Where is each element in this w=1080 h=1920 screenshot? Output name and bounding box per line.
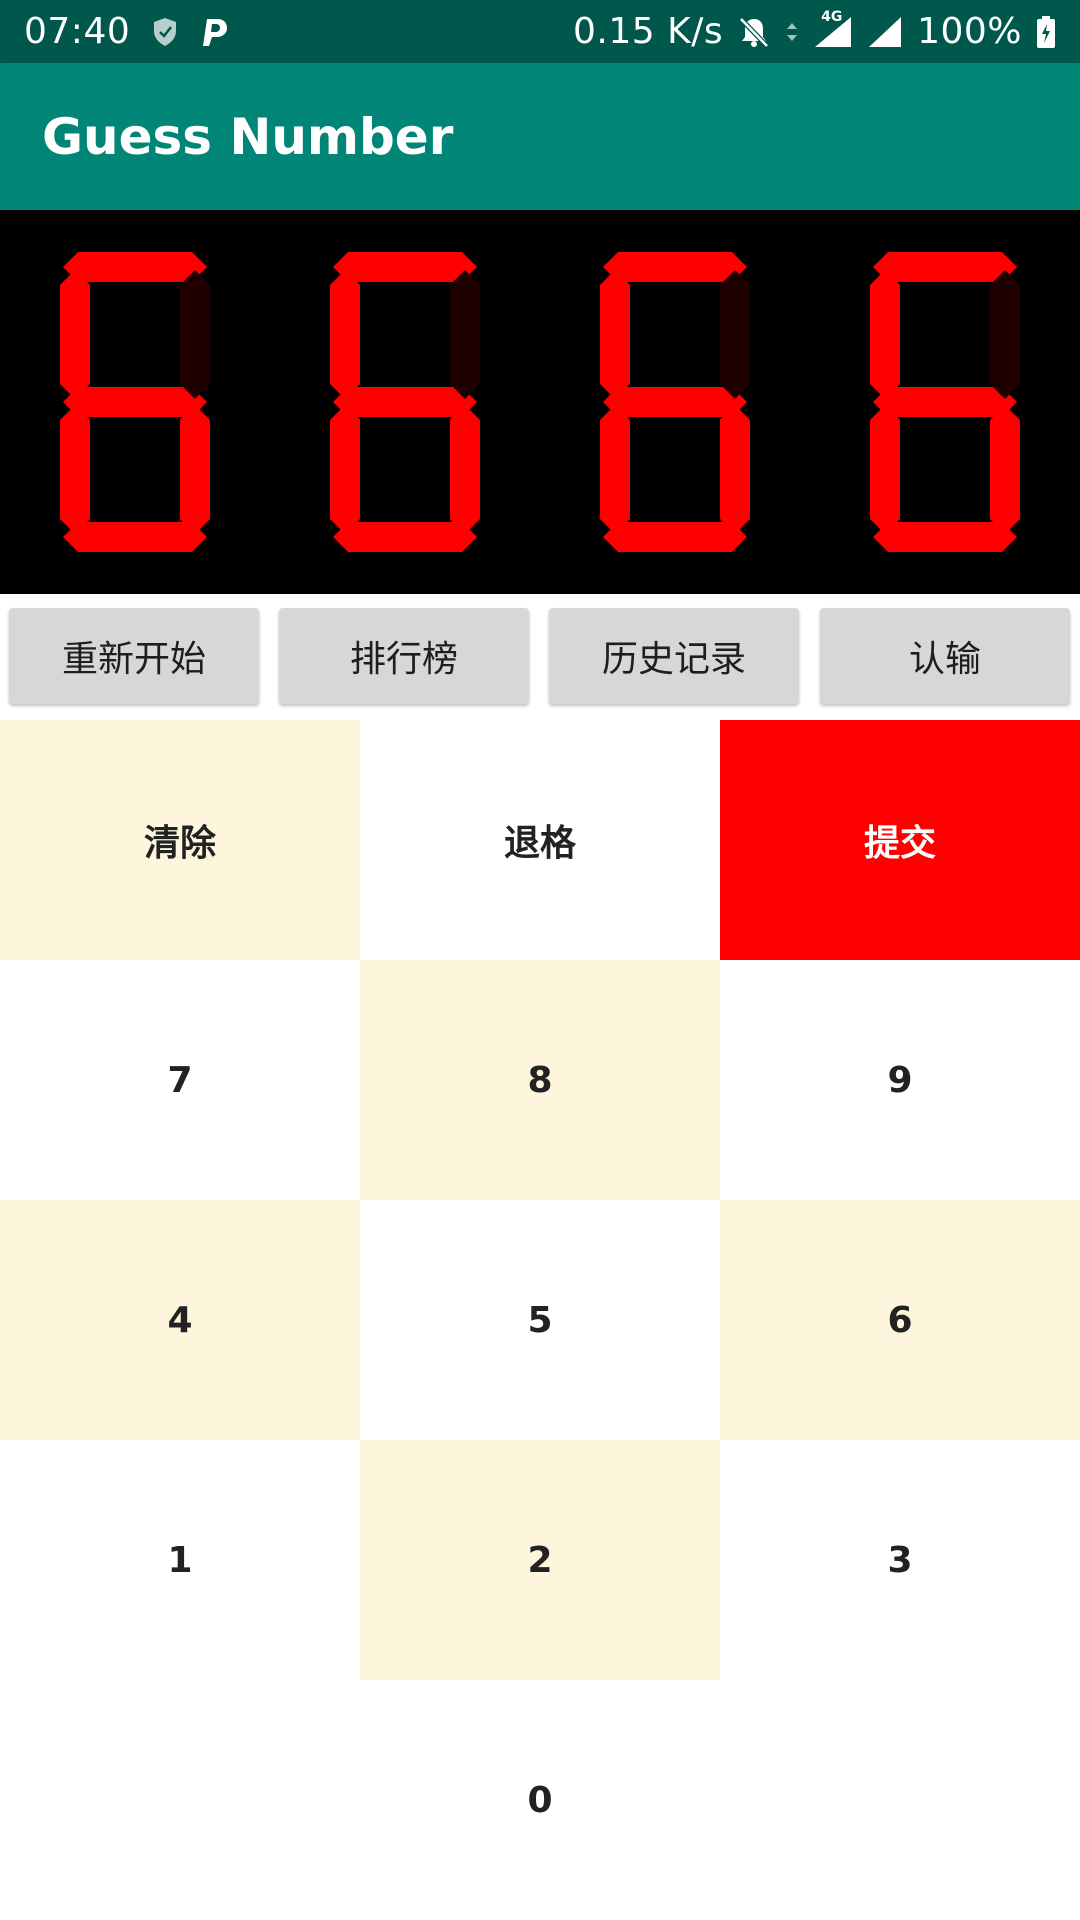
segment-a — [873, 252, 1017, 282]
data-arrows-icon — [785, 17, 799, 47]
digit-3 — [600, 252, 750, 552]
segment-b — [450, 270, 480, 399]
p-app-icon — [200, 15, 230, 49]
seven-segment-svg — [60, 252, 1020, 552]
app-title: Guess Number — [42, 107, 454, 166]
segment-d — [873, 522, 1017, 552]
segment-g — [63, 387, 207, 417]
network-speed: 0.15 K/s — [572, 11, 724, 52]
digit-key-5[interactable]: 5 — [360, 1200, 720, 1440]
signal-icon — [867, 15, 903, 49]
segment-b — [720, 270, 750, 399]
seven-segment-display — [0, 210, 1080, 594]
bell-off-icon — [737, 15, 771, 49]
digit-key-8[interactable]: 8 — [360, 960, 720, 1200]
segment-c — [180, 405, 210, 534]
segment-e — [870, 405, 900, 534]
segment-e — [330, 405, 360, 534]
segment-g — [333, 387, 477, 417]
digit-2 — [330, 252, 480, 552]
segment-g — [873, 387, 1017, 417]
digit-key-3[interactable]: 3 — [720, 1440, 1080, 1680]
digit-key-9[interactable]: 9 — [720, 960, 1080, 1200]
action-bar: 重新开始 排行榜 历史记录 认输 — [0, 594, 1080, 720]
digit-4 — [870, 252, 1020, 552]
battery-charging-icon — [1036, 15, 1056, 49]
digit-key-6[interactable]: 6 — [720, 1200, 1080, 1440]
segment-f — [870, 270, 900, 399]
digit-1 — [60, 252, 210, 552]
backspace-key[interactable]: 退格 — [360, 720, 720, 960]
submit-key[interactable]: 提交 — [720, 720, 1080, 960]
segment-f — [60, 270, 90, 399]
network-type-label: 4G — [821, 8, 843, 25]
segment-a — [63, 252, 207, 282]
digit-key-0[interactable]: 0 — [360, 1680, 720, 1920]
segment-d — [63, 522, 207, 552]
segment-e — [60, 405, 90, 534]
status-right: 0.15 K/s 4G 100% — [572, 9, 1056, 52]
segment-f — [600, 270, 630, 399]
status-left: 07:40 — [24, 11, 230, 52]
segment-a — [603, 252, 747, 282]
clear-key[interactable]: 清除 — [0, 720, 360, 960]
restart-button[interactable]: 重新开始 — [9, 608, 259, 704]
history-button[interactable]: 历史记录 — [549, 608, 799, 704]
status-bar: 07:40 0.15 K/s 4G 100% — [0, 0, 1080, 63]
segment-g — [603, 387, 747, 417]
segment-d — [603, 522, 747, 552]
segment-a — [333, 252, 477, 282]
shield-icon — [152, 17, 178, 47]
battery-percent: 100% — [917, 11, 1022, 52]
digit-key-2[interactable]: 2 — [360, 1440, 720, 1680]
segment-d — [333, 522, 477, 552]
segment-e — [600, 405, 630, 534]
segment-f — [330, 270, 360, 399]
digit-key-1[interactable]: 1 — [0, 1440, 360, 1680]
signal-icon: 4G — [813, 9, 853, 49]
keypad: 清除 退格 提交 7 8 9 4 5 6 1 2 3 0 — [0, 720, 1080, 1920]
leaderboard-button[interactable]: 排行榜 — [279, 608, 529, 704]
give-up-button[interactable]: 认输 — [820, 608, 1070, 704]
segment-c — [720, 405, 750, 534]
segment-c — [450, 405, 480, 534]
segment-b — [990, 270, 1020, 399]
digit-key-4[interactable]: 4 — [0, 1200, 360, 1440]
app-bar: Guess Number — [0, 63, 1080, 210]
segment-c — [990, 405, 1020, 534]
status-time: 07:40 — [24, 11, 131, 52]
segment-b — [180, 270, 210, 399]
digit-key-7[interactable]: 7 — [0, 960, 360, 1200]
